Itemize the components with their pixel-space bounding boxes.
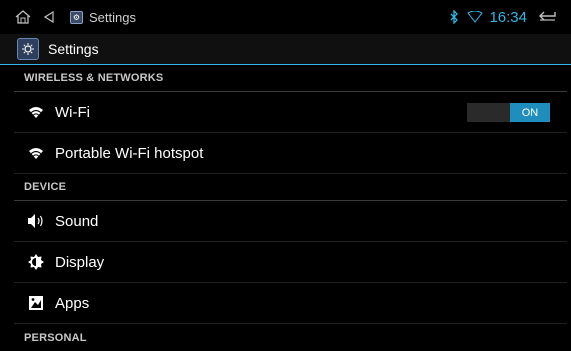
wifi-icon — [27, 144, 45, 162]
wifi-toggle[interactable]: ON — [467, 103, 550, 122]
settings-list: WIRELESS & NETWORKS Wi-Fi ON Portable Wi… — [0, 65, 571, 351]
sound-label: Sound — [55, 212, 99, 230]
page-title: Settings — [48, 41, 99, 57]
apps-label: Apps — [55, 294, 90, 312]
wifi-label: Wi-Fi — [55, 103, 90, 121]
settings-item-apps[interactable]: Apps — [14, 283, 567, 324]
signal-icon — [467, 11, 484, 23]
settings-item-wifi[interactable]: Wi-Fi ON — [14, 92, 567, 133]
home-icon[interactable] — [15, 10, 31, 24]
back-icon[interactable] — [44, 11, 54, 23]
apps-icon — [27, 294, 45, 312]
settings-item-display[interactable]: Display — [14, 242, 567, 283]
display-icon — [27, 253, 45, 271]
status-app-title: Settings — [89, 9, 136, 25]
clock: 16:34 — [489, 8, 527, 26]
settings-app-icon: ⚙ — [70, 10, 83, 24]
settings-item-hotspot[interactable]: Portable Wi-Fi hotspot — [14, 133, 567, 174]
return-icon[interactable] — [537, 10, 557, 24]
settings-item-sound[interactable]: Sound — [14, 201, 567, 242]
speaker-icon — [27, 212, 45, 230]
settings-icon[interactable] — [17, 38, 39, 60]
section-header-personal: PERSONAL — [24, 331, 87, 344]
bluetooth-icon — [450, 10, 459, 24]
toggle-off-track — [467, 103, 510, 122]
wifi-icon — [27, 103, 45, 121]
display-label: Display — [55, 253, 105, 271]
action-bar: Settings — [0, 34, 571, 65]
status-bar: ⚙ Settings 16:34 — [0, 0, 571, 34]
section-header-wireless: WIRELESS & NETWORKS — [14, 65, 567, 92]
hotspot-label: Portable Wi-Fi hotspot — [55, 144, 204, 162]
section-header-device: DEVICE — [14, 174, 567, 201]
toggle-on-thumb: ON — [510, 103, 550, 122]
